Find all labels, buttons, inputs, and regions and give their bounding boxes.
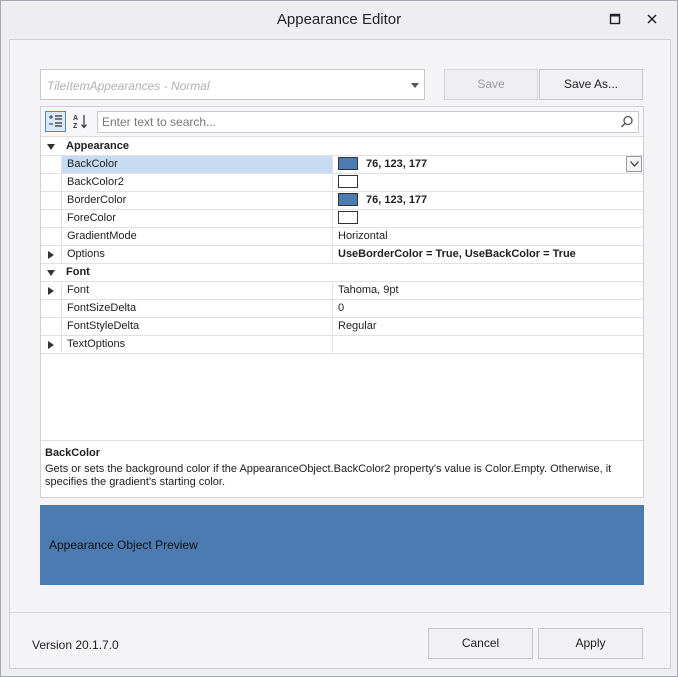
maximize-button[interactable] [602, 7, 628, 31]
color-swatch [338, 210, 358, 224]
color-swatch [338, 192, 358, 206]
property-value[interactable] [334, 210, 643, 227]
property-rows: Appearance BackColor 76, 123, 177 BackCo… [41, 138, 643, 354]
property-name: TextOptions [61, 336, 333, 353]
property-name: BorderColor [61, 192, 333, 209]
chevron-down-icon [629, 161, 639, 167]
dropdown-button[interactable] [626, 156, 642, 172]
svg-text:A: A [73, 115, 78, 122]
close-button[interactable] [639, 7, 665, 31]
preview-text: Appearance Object Preview [49, 538, 198, 552]
collapse-arrow-icon[interactable] [41, 138, 61, 155]
property-row-backcolor[interactable]: BackColor 76, 123, 177 [41, 156, 643, 174]
category-font[interactable]: Font [41, 264, 643, 282]
property-search-box[interactable] [97, 111, 639, 133]
property-grid-toolbar: A Z [41, 107, 643, 137]
window-title: Appearance Editor [276, 11, 402, 28]
property-row-backcolor2[interactable]: BackColor2 [41, 174, 643, 192]
expand-arrow-icon[interactable] [41, 246, 61, 263]
categorized-icon [49, 115, 62, 127]
property-name: BackColor [61, 156, 333, 173]
search-icon[interactable] [620, 115, 634, 129]
appearance-selector-combo[interactable]: TileItemAppearances - Normal [40, 69, 425, 100]
appearance-selector-value: TileItemAppearances - Normal [47, 79, 210, 93]
property-name: FontSizeDelta [61, 300, 333, 317]
version-label: Version 20.1.7.0 [32, 638, 119, 652]
property-value[interactable]: 0 [334, 300, 643, 317]
property-value[interactable]: UseBorderColor = True, UseBackColor = Tr… [334, 246, 643, 263]
property-value[interactable] [334, 336, 643, 353]
category-label: Appearance [66, 140, 129, 152]
expand-arrow-icon[interactable] [41, 282, 61, 299]
property-row-gradientmode[interactable]: GradientMode Horizontal [41, 228, 643, 246]
property-value-text: 76, 123, 177 [366, 158, 428, 170]
property-search-input[interactable] [102, 114, 612, 130]
sort-alphabetical-icon: A Z [73, 115, 87, 130]
apply-button[interactable]: Apply [538, 628, 643, 659]
color-swatch [338, 156, 358, 170]
property-value-text: 76, 123, 177 [366, 194, 428, 206]
cancel-button[interactable]: Cancel [428, 628, 533, 659]
property-name: Font [61, 282, 333, 299]
property-value[interactable]: 76, 123, 177 [334, 192, 643, 209]
appearance-preview: Appearance Object Preview [40, 505, 644, 585]
save-as-button[interactable]: Save As... [539, 69, 643, 100]
expand-arrow-icon[interactable] [41, 336, 61, 353]
property-row-options[interactable]: Options UseBorderColor = True, UseBackCo… [41, 246, 643, 264]
categorized-view-button[interactable] [45, 111, 66, 132]
appearance-editor-window: Appearance Editor TileItemAppearances - … [0, 0, 678, 677]
property-value[interactable]: 76, 123, 177 [334, 156, 643, 173]
property-value[interactable]: Tahoma, 9pt [334, 282, 643, 299]
property-value[interactable] [334, 174, 643, 191]
property-name: FontStyleDelta [61, 318, 333, 335]
color-swatch [338, 174, 358, 188]
footer-divider [10, 612, 670, 613]
chevron-down-icon[interactable] [408, 78, 422, 92]
close-icon [647, 14, 657, 24]
property-row-fontsizedelta[interactable]: FontSizeDelta 0 [41, 300, 643, 318]
category-appearance[interactable]: Appearance [41, 138, 643, 156]
property-name: ForeColor [61, 210, 333, 227]
property-row-fontstyledelta[interactable]: FontStyleDelta Regular [41, 318, 643, 336]
property-name: Options [61, 246, 333, 263]
category-label: Font [66, 266, 90, 278]
property-row-font[interactable]: Font Tahoma, 9pt [41, 282, 643, 300]
property-row-bordercolor[interactable]: BorderColor 76, 123, 177 [41, 192, 643, 210]
svg-text:Z: Z [73, 123, 78, 130]
dialog-client-area: TileItemAppearances - Normal Save Save A… [9, 39, 671, 669]
property-name: BackColor2 [61, 174, 333, 191]
property-row-textoptions[interactable]: TextOptions [41, 336, 643, 354]
maximize-icon [609, 13, 621, 25]
collapse-arrow-icon[interactable] [41, 264, 61, 281]
property-grid: A Z Appearanc [40, 106, 644, 498]
description-title: BackColor [45, 447, 101, 459]
property-row-forecolor[interactable]: ForeColor [41, 210, 643, 228]
property-name: GradientMode [61, 228, 333, 245]
property-description-panel: BackColor Gets or sets the background co… [41, 440, 643, 497]
title-bar[interactable]: Appearance Editor [1, 1, 677, 37]
save-button[interactable]: Save [444, 69, 538, 100]
property-value[interactable]: Horizontal [334, 228, 643, 245]
property-value[interactable]: Regular [334, 318, 643, 335]
alphabetical-view-button[interactable]: A Z [70, 111, 91, 132]
description-text: Gets or sets the background color if the… [45, 463, 612, 488]
